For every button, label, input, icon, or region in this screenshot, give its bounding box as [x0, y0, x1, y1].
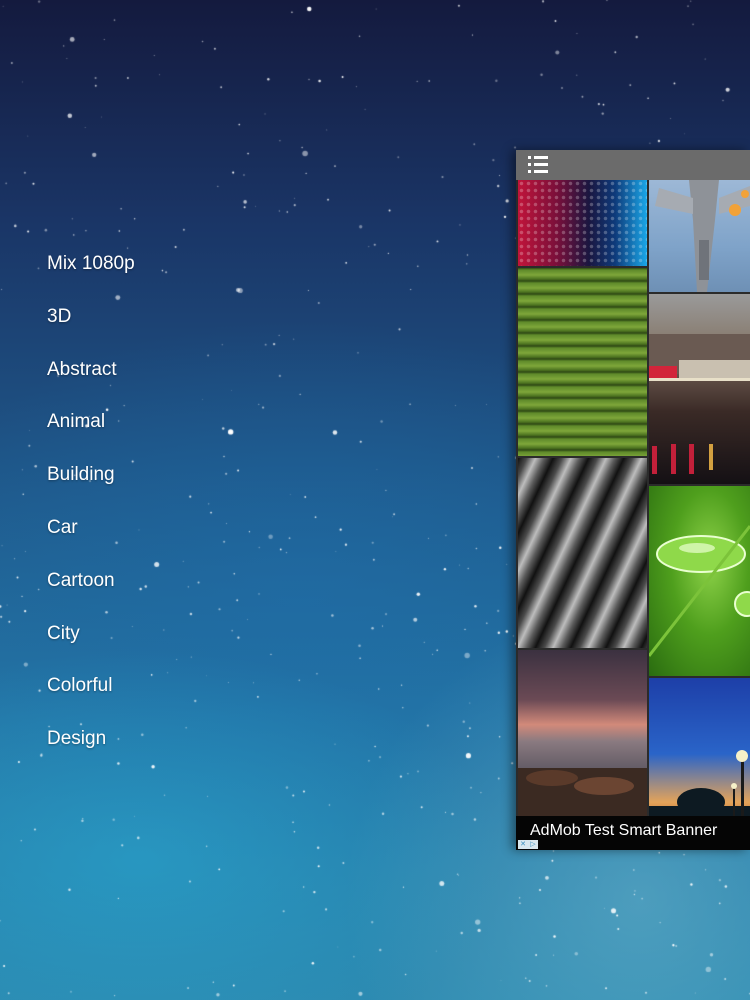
category-item-design[interactable]: Design [47, 725, 247, 778]
category-item-cartoon[interactable]: Cartoon [47, 567, 247, 620]
wallpaper-thumbnail-bamboo[interactable] [518, 268, 647, 456]
category-item-city[interactable]: City [47, 620, 247, 673]
category-menu: Mix 1080p 3D Abstract Animal Building Ca… [47, 250, 247, 778]
category-item-car[interactable]: Car [47, 514, 247, 567]
wallpaper-thumbnail-water-drop[interactable] [649, 486, 750, 676]
ad-choices-icon[interactable]: ✕ ▷ [518, 840, 538, 849]
category-item-3d[interactable]: 3D [47, 303, 247, 356]
wallpaper-thumbnail-jet[interactable] [649, 180, 750, 292]
wallpaper-thumbnail-shore[interactable] [518, 650, 647, 816]
wallpaper-thumbnail-pattern[interactable] [518, 180, 647, 266]
wallpaper-thumbnail-harbor[interactable] [649, 294, 750, 484]
category-item-building[interactable]: Building [47, 461, 247, 514]
category-item-colorful[interactable]: Colorful [47, 672, 247, 725]
category-item-animal[interactable]: Animal [47, 408, 247, 461]
category-item-mix-1080p[interactable]: Mix 1080p [47, 250, 247, 303]
wallpaper-thumbnail-street-lamp[interactable] [649, 678, 750, 816]
wallpaper-panel: AdMob Test Smart Banner ✕ ▷ [516, 150, 750, 850]
category-item-abstract[interactable]: Abstract [47, 356, 247, 409]
wallpaper-thumbnail-leaves[interactable] [518, 458, 647, 648]
list-menu-icon[interactable] [528, 155, 550, 175]
panel-header [516, 150, 750, 180]
admob-banner[interactable]: AdMob Test Smart Banner [516, 816, 750, 850]
